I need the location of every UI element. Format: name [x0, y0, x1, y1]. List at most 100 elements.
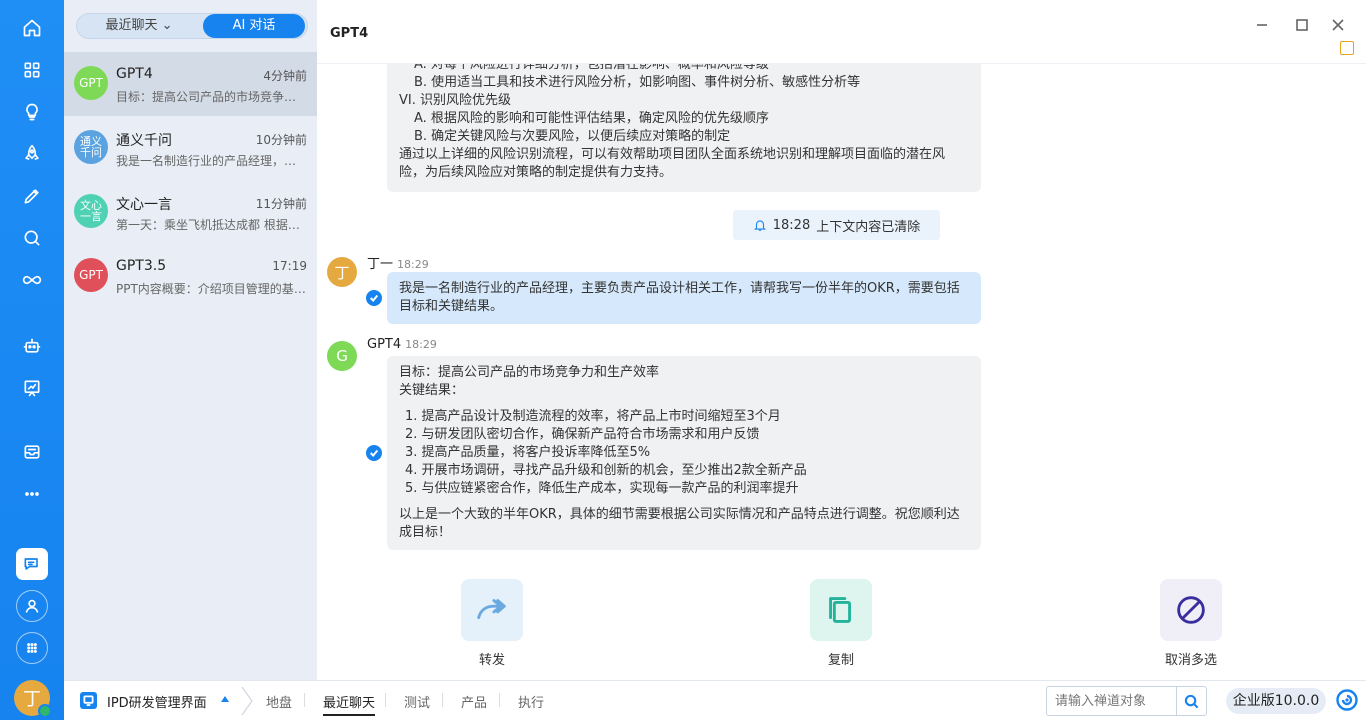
user-icon[interactable] — [16, 590, 48, 622]
project-icon — [80, 692, 97, 709]
project-name[interactable]: IPD研发管理界面 — [107, 692, 207, 711]
message-line: 目标和关键结果。 — [399, 299, 504, 314]
chat-icon[interactable] — [16, 548, 48, 580]
chat-item-tongyi[interactable]: 通义千问 通义千问 10分钟前 我是一名制造行业的产品经理，主要负责产品设计 — [64, 116, 317, 180]
chat-avatar: GPT — [74, 258, 108, 292]
context-cleared-notice: 18:28 上下文内容已清除 — [733, 210, 940, 240]
chat-mode-switch: 最近聊天 ⌄ AI 对话 — [76, 13, 308, 39]
sender-name: GPT4 — [367, 337, 402, 352]
cancel-label: 取消多选 — [1164, 653, 1217, 668]
inbox-icon[interactable] — [16, 436, 48, 468]
tab-recent-chats[interactable]: 最近聊天 ⌄ — [77, 14, 201, 38]
minimize-button[interactable] — [1251, 14, 1273, 36]
chevron-down-icon: ⌄ — [161, 18, 173, 33]
chat-avatar: 通义千问 — [74, 130, 108, 164]
divider — [304, 693, 305, 707]
chat-item-wenxin[interactable]: 文心一言 文心一言 11分钟前 第一天：乘坐飞机抵达成都 根据您的要求安排 — [64, 180, 317, 244]
chat-time: 10分钟前 — [255, 133, 307, 147]
tab-recent-chats[interactable]: 最近聊天 — [323, 692, 376, 716]
bot-avatar[interactable]: G — [327, 341, 357, 371]
rocket-icon[interactable] — [16, 138, 48, 170]
bottom-bar: IPD研发管理界面 地盘 最近聊天 测试 产品 执行 企业版10.0.0 — [64, 680, 1366, 720]
chat-avatar: 文心一言 — [74, 194, 108, 228]
sender-name: 丁一 — [367, 257, 394, 272]
page-title-cover: GPT4 — [330, 26, 369, 41]
message-line: 通过以上详细的风险识别流程，可以有效帮助项目团队全面系统地识别和理解项目面临的潜… — [399, 147, 946, 162]
divider — [442, 693, 443, 707]
chat-avatar: GPT — [74, 66, 108, 100]
selected-checkbox[interactable] — [366, 290, 382, 306]
chat-name: 文心一言 — [116, 197, 172, 213]
app-logo-icon[interactable] — [1336, 689, 1358, 711]
message-line: A. 根据风险的影响和可能性评估结果，确定风险的优先级顺序 — [414, 111, 769, 126]
close-button[interactable] — [1327, 14, 1349, 36]
cancel-multiselect-button[interactable]: 取消多选 — [1160, 579, 1222, 668]
message-time: 18:29 — [397, 258, 429, 271]
copy-label: 复制 — [827, 653, 854, 668]
apps-small-icon[interactable] — [16, 632, 48, 664]
pen-icon[interactable] — [16, 180, 48, 212]
my-avatar[interactable]: 丁 — [14, 680, 52, 718]
user-avatar[interactable]: 丁 — [327, 257, 357, 287]
tab-product[interactable]: 产品 — [461, 692, 487, 711]
chart-board-icon[interactable] — [16, 372, 48, 404]
search-button[interactable] — [1176, 687, 1206, 715]
message-line: VI. 识别风险优先级 — [399, 93, 511, 108]
forward-button[interactable]: 转发 — [461, 579, 523, 668]
chat-time: 4分钟前 — [263, 69, 307, 83]
list-item: 1. 提高产品设计及制造流程的效率，将产品上市时间缩短至3个月 — [405, 409, 781, 424]
tab-execute[interactable]: 执行 — [518, 692, 544, 711]
tab-recent-label: 最近聊天 — [105, 18, 158, 33]
chat-item-gpt35[interactable]: GPT GPT3.5 17:19 PPT内容概要：介绍项目管理的基本概念 — [64, 244, 317, 308]
caret-up-icon[interactable] — [221, 696, 229, 702]
maximize-button[interactable] — [1291, 14, 1313, 36]
message-sender: 丁一 18:29 — [367, 253, 429, 272]
list-item: 4. 开展市场调研，寻找产品升级和创新的机会，至少推出2款全新产品 — [405, 463, 807, 478]
search-icon — [1184, 694, 1199, 708]
chat-preview: 我是一名制造行业的产品经理，主要负责产品设计 — [116, 154, 306, 168]
robot-icon[interactable] — [16, 330, 48, 362]
message-line: 险，为后续风险应对策略的制定提供有力支持。 — [399, 165, 673, 180]
apps-grid-icon[interactable] — [16, 54, 48, 86]
message-line: B. 确定关键风险与次要风险，以便后续应对策略的制定 — [414, 129, 731, 144]
cancel-icon — [1160, 579, 1222, 641]
message-line: 以上是一个大致的半年OKR，具体的细节需要根据公司实际情况和产品特点进行调整。祝… — [399, 507, 960, 522]
lightbulb-icon[interactable] — [16, 96, 48, 128]
list-item: 3. 提高产品质量，将客户投诉率降低至5% — [405, 445, 651, 460]
home-icon[interactable] — [16, 12, 48, 44]
forward-label: 转发 — [478, 653, 505, 668]
chat-preview: 目标：提高公司产品的市场竞争力和生产效率 — [116, 90, 306, 104]
message-line: 目标：提高公司产品的市场竞争力和生产效率 — [399, 365, 660, 380]
user-message-bubble: 我是一名制造行业的产品经理，主要负责产品设计相关工作，请帮我写一份半年的OKR，… — [387, 272, 981, 324]
divider — [385, 693, 386, 707]
tab-ai-chat[interactable]: AI 对话 — [203, 14, 305, 38]
message-line: 关键结果： — [399, 383, 465, 398]
bell-icon — [753, 220, 766, 231]
chat-item-gpt4[interactable]: GPT GPT4 4分钟前 目标：提高公司产品的市场竞争力和生产效率 — [64, 52, 317, 116]
selected-checkbox[interactable] — [366, 445, 382, 461]
zentao-search — [1046, 686, 1207, 716]
search-input[interactable] — [1047, 687, 1175, 715]
chat-time: 17:19 — [272, 259, 307, 273]
search-icon[interactable] — [16, 222, 48, 254]
left-rail: 丁 — [0, 0, 64, 720]
online-status-icon — [38, 704, 52, 718]
chat-preview: PPT内容概要：介绍项目管理的基本概念 — [116, 282, 306, 296]
copy-button[interactable]: 复制 — [810, 579, 872, 668]
more-dots-icon[interactable] — [16, 478, 48, 510]
notice-time: 18:28 — [772, 217, 811, 233]
infinity-icon[interactable] — [16, 264, 48, 296]
breadcrumb-separator — [241, 686, 253, 716]
chat-time: 11分钟前 — [255, 197, 307, 211]
forward-icon — [461, 579, 523, 641]
message-line: 我是一名制造行业的产品经理，主要负责产品设计相关工作，请帮我写一份半年的OKR，… — [399, 281, 960, 296]
tab-test[interactable]: 测试 — [404, 692, 430, 711]
list-item: 2. 与研发团队密切合作，确保新产品符合市场需求和用户反馈 — [405, 427, 760, 442]
tab-home[interactable]: 地盘 — [266, 692, 292, 711]
notice-icon[interactable] — [1340, 41, 1354, 55]
chat-preview: 第一天：乘坐飞机抵达成都 根据您的要求安排 — [116, 218, 306, 232]
divider — [499, 693, 500, 707]
message-line: 成目标！ — [399, 525, 452, 540]
previous-bot-message: A. 对每个风险进行详细分析，包括潜在影响、概率和风险等级 B. 使用适当工具和… — [387, 48, 981, 192]
notice-text: 上下文内容已清除 — [816, 219, 921, 235]
